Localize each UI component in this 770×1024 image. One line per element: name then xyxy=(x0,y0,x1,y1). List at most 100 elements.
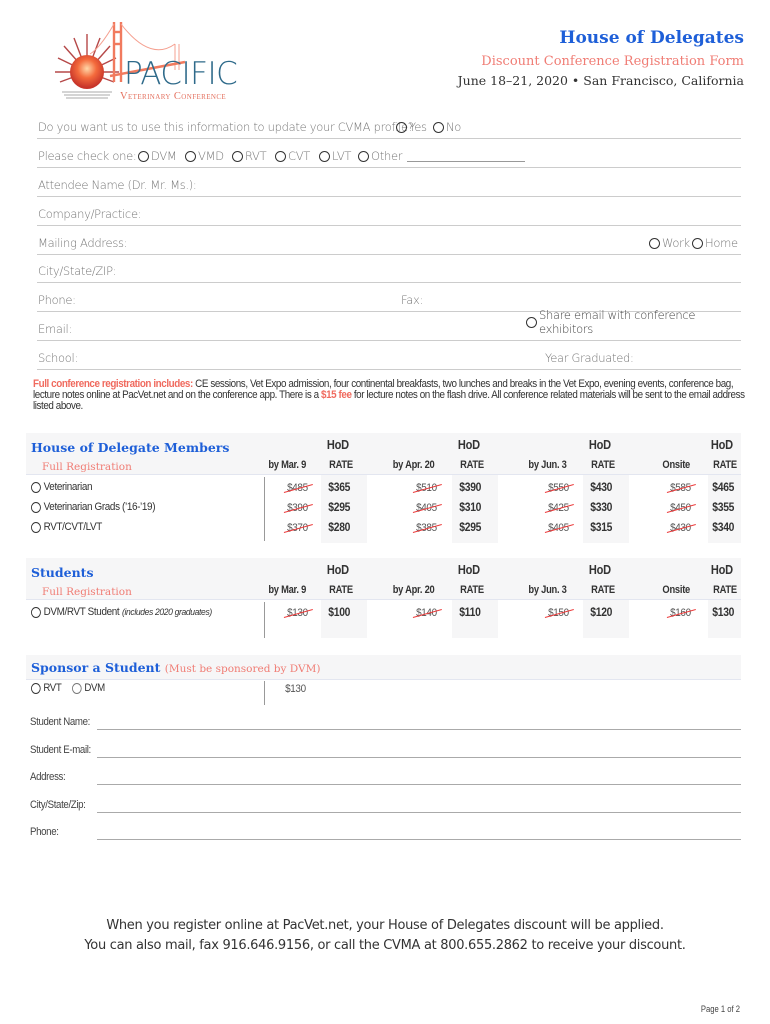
fax-label: Fax: xyxy=(401,293,424,307)
rate-column-header: RATE xyxy=(591,584,615,596)
hod-column-header: HoD xyxy=(710,437,733,452)
logo-wordmark: PACIFIC xyxy=(124,56,238,92)
radio-icon[interactable] xyxy=(72,682,82,694)
school-label: School: xyxy=(38,351,78,365)
hod-column-header: HoD xyxy=(588,562,611,577)
registration-option[interactable]: RVT/CVT/LVT xyxy=(31,521,102,533)
regular-price: $405 xyxy=(416,502,437,514)
update-profile-row: Do you want us to use this information t… xyxy=(37,111,741,139)
hod-rate-price: $110 xyxy=(459,607,481,619)
sponsor-field-input[interactable] xyxy=(97,756,741,758)
sponsor-field-input[interactable] xyxy=(97,729,741,730)
credential-label: Please check one: xyxy=(38,149,137,163)
registration-option[interactable]: Veterinarian Grads (’16-’19) xyxy=(31,501,155,513)
hod-rate-price: $355 xyxy=(712,502,735,514)
sponsor-field[interactable]: Address: xyxy=(30,763,741,785)
footer-note: When you register online at PacVet.net, … xyxy=(0,916,770,956)
hod-rate-price: $340 xyxy=(712,522,735,534)
radio-icon[interactable] xyxy=(692,237,703,249)
sponsor-option-dvm[interactable]: DVM xyxy=(72,682,105,694)
credential-rvt[interactable]: RVT xyxy=(232,149,267,163)
address-work[interactable]: Work xyxy=(649,236,690,250)
members-table-header: House of Delegate Members Full Registrat… xyxy=(26,433,741,475)
mailing-address-field[interactable]: Mailing Address: Work Home xyxy=(37,227,741,255)
regular-price: $130 xyxy=(287,607,308,619)
regular-price: $430 xyxy=(670,522,691,534)
credential-cvt[interactable]: CVT xyxy=(275,149,310,163)
radio-icon[interactable] xyxy=(31,501,41,513)
sponsor-field-input[interactable] xyxy=(97,839,741,840)
regular-price: $390 xyxy=(287,502,308,514)
logo-subtitle: Veterinary Conference xyxy=(120,91,227,102)
credential-dvm[interactable]: DVM xyxy=(138,149,177,163)
regular-price: $160 xyxy=(670,607,691,619)
city-state-zip-field[interactable]: City/State/ZIP: xyxy=(37,255,741,283)
update-profile-yes[interactable]: Yes xyxy=(396,120,427,134)
radio-icon[interactable] xyxy=(138,150,149,162)
event-date-location: June 18–21, 2020 • San Francisco, Califo… xyxy=(457,73,744,88)
period-column-header: by Apr. 20 xyxy=(392,459,435,471)
rate-column-header: RATE xyxy=(713,459,737,471)
update-profile-no[interactable]: No xyxy=(433,120,461,134)
hod-column-header: HoD xyxy=(588,437,611,452)
hod-rate-price: $365 xyxy=(328,482,351,494)
radio-icon[interactable] xyxy=(31,606,41,618)
hod-column-header: HoD xyxy=(457,562,480,577)
radio-icon[interactable] xyxy=(358,150,369,162)
hod-column-header: HoD xyxy=(457,437,480,452)
registration-option[interactable]: Veterinarian xyxy=(31,481,92,493)
column-divider xyxy=(264,477,265,541)
sponsor-field[interactable]: Phone: xyxy=(30,818,741,840)
period-column-header: by Apr. 20 xyxy=(392,584,435,596)
period-column-header: by Mar. 9 xyxy=(267,459,306,471)
other-input[interactable] xyxy=(407,151,526,162)
regular-price: $585 xyxy=(670,482,691,494)
radio-icon[interactable] xyxy=(649,237,660,249)
radio-icon[interactable] xyxy=(31,481,41,493)
regular-price: $150 xyxy=(548,607,569,619)
sponsor-field-input[interactable] xyxy=(97,784,741,785)
regular-price: $140 xyxy=(416,607,437,619)
credential-vmd[interactable]: VMD xyxy=(185,149,224,163)
hod-rate-price: $130 xyxy=(712,607,735,619)
hod-rate-price: $390 xyxy=(459,482,482,494)
radio-icon[interactable] xyxy=(319,150,330,162)
sponsor-field-label: Student Name: xyxy=(30,716,91,728)
period-column-header: by Jun. 3 xyxy=(528,459,567,471)
radio-icon[interactable] xyxy=(232,150,243,162)
credential-other[interactable]: Other xyxy=(358,149,526,163)
radio-icon[interactable] xyxy=(31,521,41,533)
page-number: Page 1 of 2 xyxy=(700,1004,740,1014)
hod-rate-price: $280 xyxy=(328,522,351,534)
share-email-option[interactable]: Share email with conference exhibitors xyxy=(526,308,741,336)
email-field[interactable]: Email: Share email with conference exhib… xyxy=(37,308,741,341)
sponsor-title: Sponsor a Student (Must be sponsored by … xyxy=(31,660,321,675)
radio-icon[interactable] xyxy=(31,682,41,694)
sponsor-option-rvt[interactable]: RVT xyxy=(31,682,62,694)
radio-icon[interactable] xyxy=(396,121,407,133)
hod-rate-price: $295 xyxy=(328,502,351,514)
radio-icon[interactable] xyxy=(275,150,286,162)
attendee-name-field[interactable]: Attendee Name (Dr. Mr. Ms.): xyxy=(37,169,741,197)
sponsor-field-input[interactable] xyxy=(97,811,741,813)
radio-icon[interactable] xyxy=(433,121,444,133)
form-header: House of Delegates Discount Conference R… xyxy=(458,27,744,89)
sponsor-field[interactable]: Student Name: xyxy=(30,708,741,730)
address-home[interactable]: Home xyxy=(692,236,738,250)
hod-rate-price: $100 xyxy=(328,607,351,619)
students-table-title: Students xyxy=(31,565,94,580)
company-field[interactable]: Company/Practice: xyxy=(37,198,741,226)
registration-option[interactable]: DVM/RVT Student (includes 2020 graduates… xyxy=(31,606,212,618)
credential-lvt[interactable]: LVT xyxy=(319,149,351,163)
rate-column-header: RATE xyxy=(591,459,615,471)
regular-price: $425 xyxy=(548,502,569,514)
radio-icon[interactable] xyxy=(185,150,196,162)
hod-rate-price: $310 xyxy=(459,502,482,514)
sponsor-field[interactable]: City/State/Zip: xyxy=(30,791,741,813)
members-pricing-table: House of Delegate Members Full Registrat… xyxy=(26,433,741,543)
sponsor-field[interactable]: Student E-mail: xyxy=(30,736,741,758)
hod-rate-price: $120 xyxy=(590,607,613,619)
sponsor-field-label: Address: xyxy=(30,771,66,783)
radio-icon[interactable] xyxy=(526,316,537,328)
attendee-name-label: Attendee Name (Dr. Mr. Ms.): xyxy=(38,178,197,192)
